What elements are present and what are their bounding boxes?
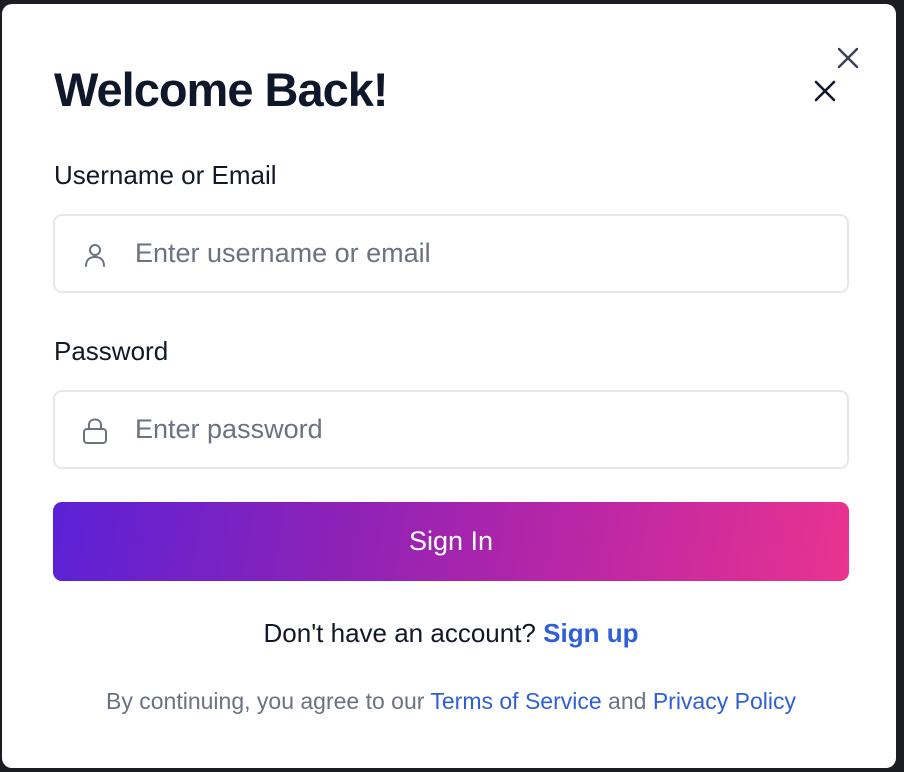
signup-prompt-text: Don't have an account?	[263, 618, 536, 648]
close-icon-outer-graphic	[837, 47, 859, 69]
user-icon	[85, 244, 105, 267]
terms-of-service-link[interactable]: Terms of Service	[430, 688, 601, 714]
username-field[interactable]	[53, 214, 849, 293]
privacy-policy-link[interactable]: Privacy Policy	[653, 688, 796, 714]
sign-up-link[interactable]: Sign up	[543, 618, 638, 648]
legal-notice: By continuing, you agree to our Terms of…	[2, 686, 900, 716]
close-icon[interactable]	[836, 46, 860, 70]
lock-icon	[83, 418, 107, 444]
username-label: Username or Email	[54, 160, 277, 190]
close-button[interactable]	[812, 78, 838, 104]
username-input[interactable]	[135, 216, 835, 291]
legal-conjunction: and	[608, 688, 647, 714]
password-label: Password	[54, 336, 169, 366]
login-dialog: Welcome Back! Username or Email Password…	[2, 4, 896, 768]
legal-prefix: By continuing, you agree to our	[106, 688, 425, 714]
sign-in-button[interactable]: Sign In	[53, 502, 849, 581]
password-input[interactable]	[135, 392, 835, 467]
signup-prompt: Don't have an account? Sign up	[2, 616, 900, 650]
dialog-title: Welcome Back!	[54, 63, 389, 116]
close-icon	[814, 80, 836, 102]
password-field[interactable]	[53, 390, 849, 469]
